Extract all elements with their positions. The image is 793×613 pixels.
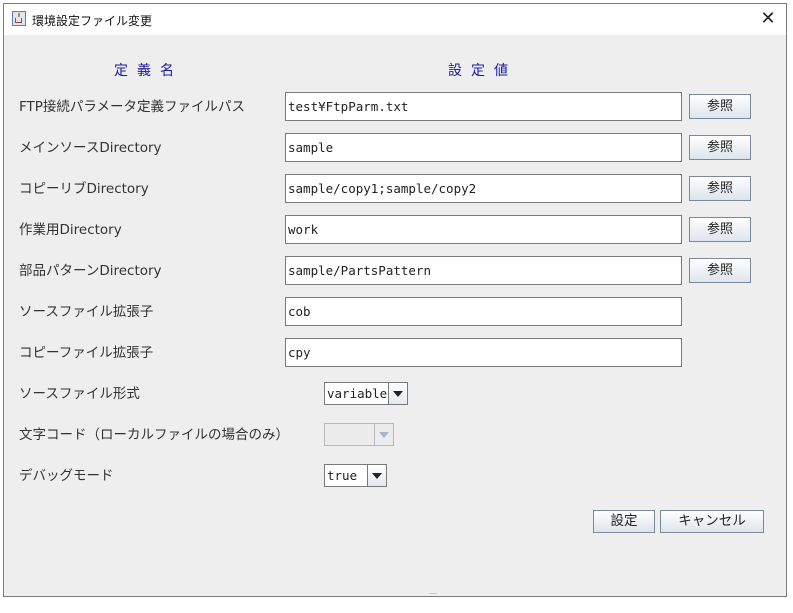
window-title: 環境設定ファイル変更: [32, 14, 153, 28]
parts-pattern-directory-input[interactable]: [285, 256, 682, 285]
apply-button[interactable]: 設定: [593, 510, 655, 533]
debug-mode-value: true: [327, 468, 358, 483]
copy-extension-input[interactable]: [285, 338, 682, 367]
parts-pattern-directory-browse-button[interactable]: 参照: [689, 258, 751, 283]
copylib-directory-label: コピーリブDirectory: [19, 181, 149, 197]
chevron-down-icon[interactable]: [367, 465, 386, 486]
column-header-value: 設定値: [448, 63, 517, 79]
ftp-param-file-input[interactable]: [285, 92, 682, 121]
debug-mode-select[interactable]: true: [324, 464, 387, 487]
source-extension-label: ソースファイル拡張子: [19, 304, 154, 320]
main-source-directory-label: メインソースDirectory: [19, 140, 162, 156]
work-directory-label: 作業用Directory: [19, 222, 122, 238]
title-bar: 環境設定ファイル変更 ✕: [4, 4, 786, 35]
ftp-param-file-browse-button[interactable]: 参照: [689, 94, 751, 119]
resize-grip[interactable]: [429, 593, 437, 596]
work-directory-browse-button[interactable]: 参照: [689, 217, 751, 242]
char-code-label: 文字コード（ローカルファイルの場合のみ）: [19, 427, 289, 443]
settings-dialog: 環境設定ファイル変更 ✕ 定義名 設定値 FTP接続パラメータ定義ファイルパス …: [3, 3, 787, 597]
chevron-down-icon: [374, 424, 393, 445]
chevron-down-icon[interactable]: [388, 383, 407, 404]
main-source-directory-input[interactable]: [285, 133, 682, 162]
parts-pattern-directory-label: 部品パターンDirectory: [19, 263, 162, 279]
source-format-value: variable: [327, 386, 388, 401]
column-header-name: 定義名: [114, 63, 183, 79]
copylib-directory-browse-button[interactable]: 参照: [689, 176, 751, 201]
main-source-directory-browse-button[interactable]: 参照: [689, 135, 751, 160]
debug-mode-label: デバッグモード: [19, 468, 114, 484]
copy-extension-label: コピーファイル拡張子: [19, 345, 154, 361]
work-directory-input[interactable]: [285, 215, 682, 244]
source-format-select[interactable]: variable: [324, 382, 408, 405]
source-format-label: ソースファイル形式: [19, 386, 140, 402]
copylib-directory-input[interactable]: [285, 174, 682, 203]
close-icon[interactable]: ✕: [756, 8, 780, 30]
source-extension-input[interactable]: [285, 297, 682, 326]
ftp-param-file-label: FTP接続パラメータ定義ファイルパス: [19, 99, 246, 115]
java-app-icon: [12, 11, 26, 26]
cancel-button[interactable]: キャンセル: [660, 510, 764, 533]
char-code-select: [324, 423, 394, 446]
